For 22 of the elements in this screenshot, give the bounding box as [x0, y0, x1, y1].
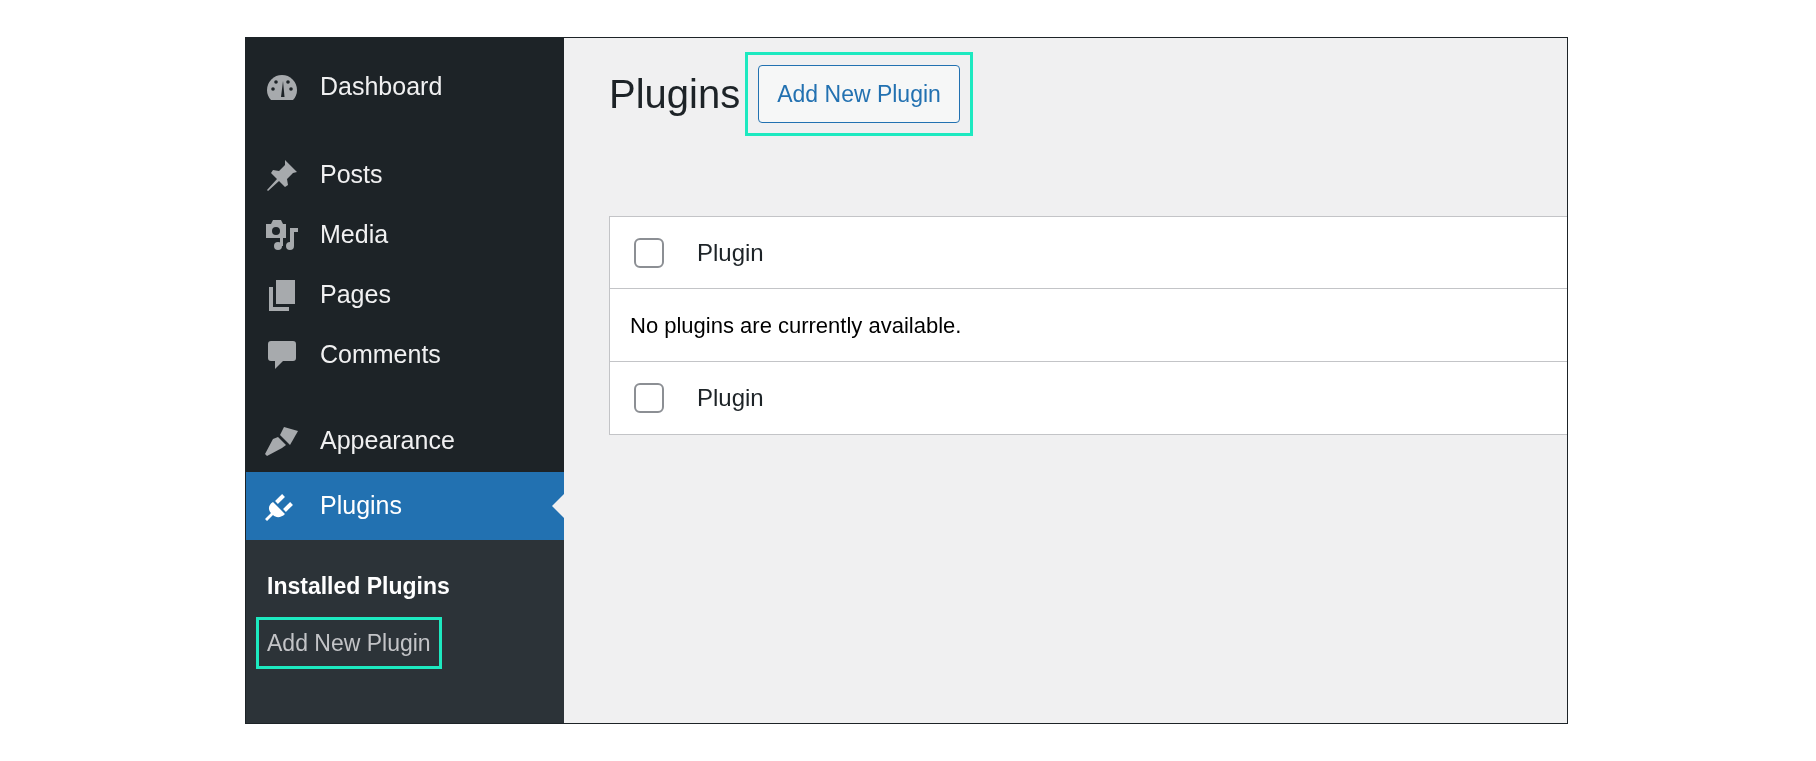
menu-item[interactable]: Appearance — [246, 412, 564, 470]
column-header: Plugin — [697, 383, 764, 413]
submenu-item[interactable]: Add New Plugin — [267, 625, 431, 660]
pushpin-icon — [265, 158, 299, 192]
menu-item[interactable]: Dashboard — [246, 58, 564, 116]
submenu-item[interactable]: Installed Plugins — [267, 569, 450, 604]
menu-item[interactable]: Media — [246, 206, 564, 264]
add-new-plugin-button[interactable]: Add New Plugin — [758, 65, 960, 123]
checkbox[interactable] — [634, 237, 664, 268]
menu-item[interactable]: Pages — [246, 266, 564, 324]
column-header: Plugin — [697, 237, 764, 268]
speech-bubble-icon — [267, 339, 297, 371]
gauge-icon — [265, 73, 299, 101]
pages-icon — [267, 279, 297, 311]
empty-message: No plugins are currently available. — [630, 311, 962, 340]
menu-item[interactable]: Plugins — [246, 472, 564, 540]
menu-item[interactable]: Posts — [246, 146, 564, 204]
page-title: Plugins — [609, 74, 741, 114]
menu-item[interactable]: Comments — [246, 326, 564, 384]
camera-music-icon — [264, 218, 300, 252]
checkbox[interactable] — [634, 383, 664, 413]
paintbrush-icon — [264, 425, 300, 457]
